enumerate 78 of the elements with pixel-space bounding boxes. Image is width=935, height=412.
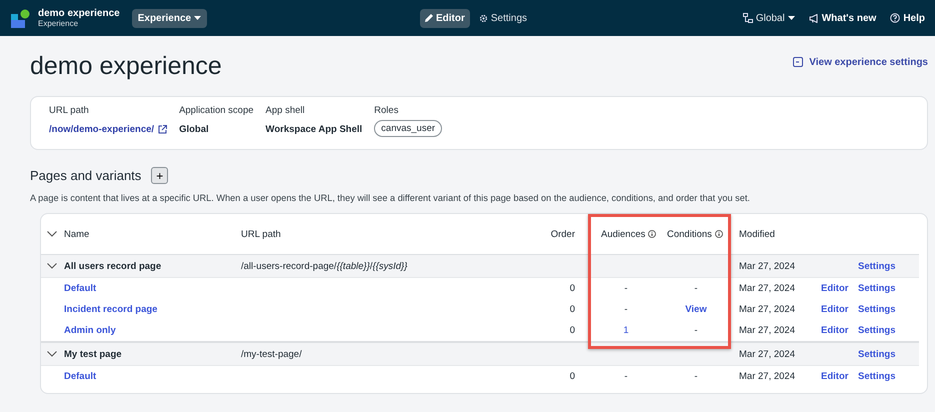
gear-icon (478, 14, 488, 22)
app-type: Experience (38, 19, 80, 28)
tab[interactable]: Editor (420, 8, 470, 28)
help-button[interactable]: Help (890, 12, 925, 24)
modified-date: Mar 27, 2024 (738, 348, 796, 360)
logo-icon (10, 9, 30, 29)
audiences-value: - (623, 283, 629, 294)
chevron-icon[interactable] (47, 263, 57, 269)
settings-link[interactable]: Settings (853, 348, 913, 360)
caret-icon (788, 16, 795, 20)
column-header: Audiences (591, 228, 661, 240)
info-icon (714, 230, 723, 238)
add-button[interactable]: + (151, 167, 168, 184)
settings-link[interactable]: Settings (853, 304, 913, 315)
page-name: All users record page (64, 260, 162, 272)
audiences-value: - (623, 304, 629, 315)
order-value: 0 (568, 283, 576, 294)
panel-icon (793, 57, 804, 67)
megaphone-icon (808, 14, 819, 22)
tab[interactable]: Settings (474, 8, 532, 28)
info-icon (648, 230, 656, 238)
column-header: Conditions (661, 228, 731, 240)
variant-link[interactable]: Default (64, 283, 241, 294)
column-header: URL path (241, 228, 282, 240)
column-header: Name (64, 228, 90, 240)
settings-link[interactable]: Settings (853, 283, 913, 294)
column-header: Modified (738, 228, 776, 240)
editor-link[interactable]: Editor (816, 304, 853, 315)
order-value: 0 (568, 371, 576, 382)
pencil-icon (425, 14, 433, 22)
order-value: 0 (568, 325, 576, 336)
settings-link[interactable]: Settings (853, 260, 913, 272)
caret-icon (194, 16, 202, 20)
variant-link[interactable]: Admin only (64, 325, 241, 336)
help-icon (890, 13, 900, 23)
url-path: /my-test-page/ (241, 348, 303, 360)
url-link[interactable]: /now/demo-experience/ (49, 124, 168, 135)
section-heading: Pages and variants (30, 168, 142, 183)
chevron-icon[interactable] (47, 351, 57, 357)
settings-link[interactable]: Settings (853, 325, 913, 336)
field-label: Roles (374, 105, 400, 116)
modified-date: Mar 27, 2024 (738, 283, 796, 294)
role-chip: canvas_user (374, 120, 442, 137)
view-settings-link[interactable]: View experience settings (793, 56, 928, 68)
conditions-link[interactable]: View (661, 304, 731, 315)
conditions-value: - (693, 371, 699, 382)
whats-new-button[interactable]: What's new (808, 12, 876, 24)
field-value: Global (179, 124, 210, 135)
field-label: App shell (266, 105, 306, 116)
audiences-value: - (623, 371, 629, 382)
app-name: demo experience (38, 8, 120, 19)
variant-link[interactable]: Incident record page (64, 304, 241, 315)
column-header: Order (550, 228, 576, 240)
editor-link[interactable]: Editor (816, 325, 853, 336)
hierarchy-icon (742, 13, 753, 23)
order-value: 0 (568, 304, 576, 315)
settings-link[interactable]: Settings (853, 371, 913, 382)
field-label: Application scope (179, 105, 254, 116)
editor-link[interactable]: Editor (816, 283, 853, 294)
url-path: /all-users-record-page/{{table}}/{{sysId}} (241, 260, 408, 272)
modified-date: Mar 27, 2024 (738, 371, 796, 382)
field-value: Workspace App Shell (266, 124, 362, 135)
modified-date: Mar 27, 2024 (738, 260, 796, 272)
modified-date: Mar 27, 2024 (738, 325, 796, 336)
page-name: My test page (64, 348, 123, 360)
field-label: URL path (49, 105, 90, 116)
modified-date: Mar 27, 2024 (738, 304, 796, 315)
variant-link[interactable]: Default (64, 371, 241, 382)
section-description: A page is content that lives at a specific URL. When a user opens the URL, they will see a different variant of this page based on the audience, conditions, and order that you set. (30, 193, 751, 203)
conditions-value: - (693, 325, 699, 336)
experience-menu-button[interactable]: Experience (132, 8, 208, 28)
audiences-link[interactable]: 1 (591, 325, 661, 336)
chevron-icon[interactable] (47, 231, 57, 237)
scope-menu-button[interactable]: Global (742, 12, 795, 24)
editor-link[interactable]: Editor (816, 371, 853, 382)
external-link-icon (158, 125, 168, 134)
conditions-value: - (693, 283, 699, 294)
page-title: demo experience (30, 52, 222, 80)
